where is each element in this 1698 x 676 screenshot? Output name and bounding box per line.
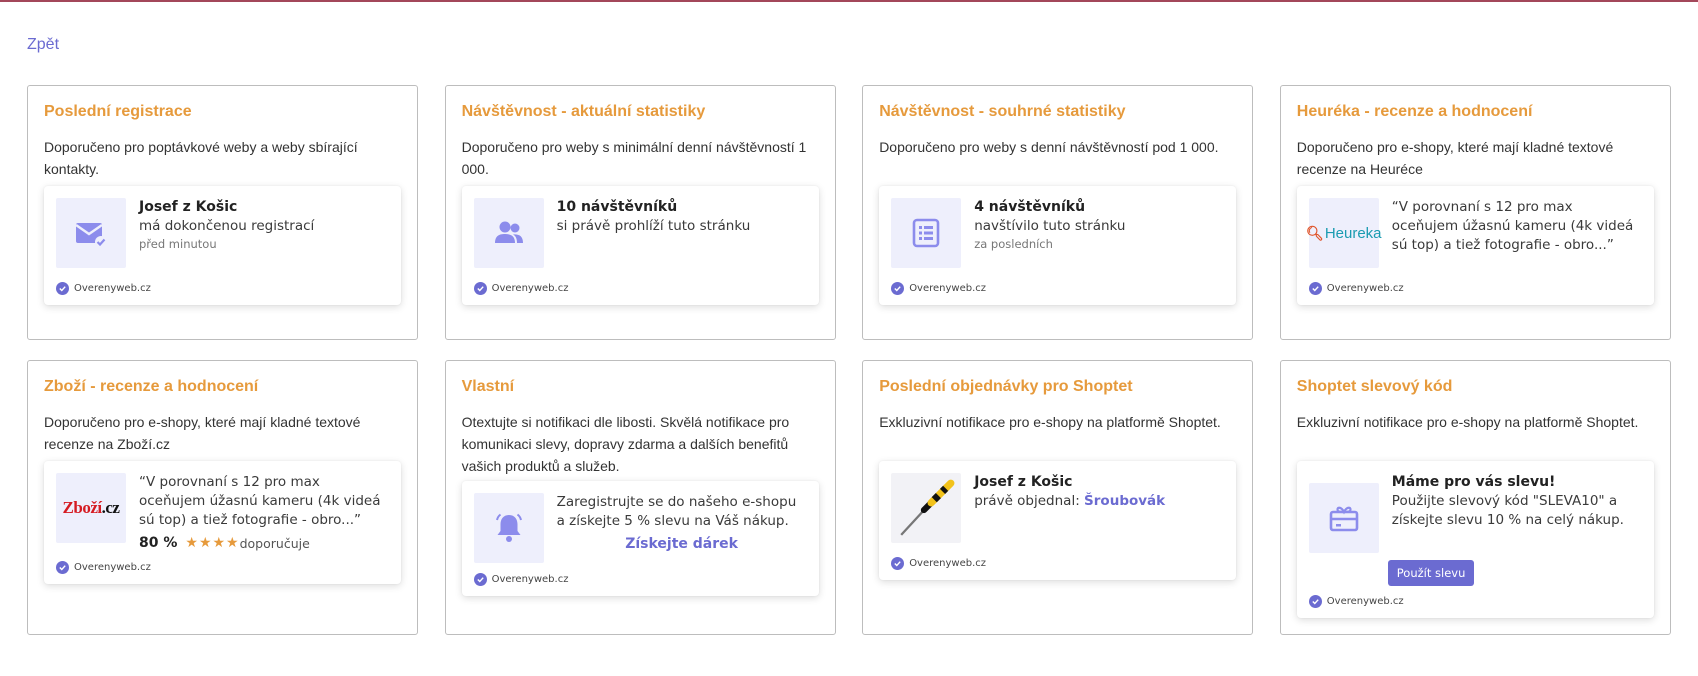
card-title: Návštěvnost - aktuální statistiky bbox=[461, 103, 706, 120]
card-title: Poslední objednávky pro Shoptet bbox=[879, 378, 1133, 395]
notification-preview: Zaregistrujte se do našeho e-shopu a zís… bbox=[461, 481, 819, 596]
notification-line: si právě prohlíží tuto stránku bbox=[556, 218, 751, 234]
card-title: Zboží - recenze a hodnocení bbox=[44, 378, 259, 395]
card-last-registrations[interactable]: Poslední registrace Doporučeno pro poptá… bbox=[27, 85, 418, 340]
notification-name: 4 návštěvníků bbox=[974, 199, 1086, 215]
notification-preview: Josef z Košic právě objednal: Šroubovák … bbox=[879, 461, 1237, 580]
notification-preview: 4 návštěvníků navštívilo tuto stránku za… bbox=[879, 186, 1237, 305]
notification-name: Máme pro vás slevu! bbox=[1391, 474, 1556, 490]
back-link[interactable]: Zpět bbox=[27, 36, 59, 54]
card-summary-traffic[interactable]: Návštěvnost - souhrné statistiky Doporuč… bbox=[862, 85, 1254, 340]
brand-footer: Overenyweb.cz bbox=[1308, 595, 1642, 608]
rating-label: doporučuje bbox=[239, 536, 310, 551]
brand-name: Overenyweb.cz bbox=[909, 283, 987, 294]
card-title: Návštěvnost - souhrné statistiky bbox=[879, 103, 1126, 120]
check-icon bbox=[473, 573, 487, 586]
notification-name: Josef z Košic bbox=[139, 199, 238, 215]
brand-name: Overenyweb.cz bbox=[909, 558, 987, 569]
check-icon bbox=[473, 282, 487, 295]
magnifier-icon: 🔍︎ bbox=[1306, 224, 1324, 241]
card-title: Shoptet slevový kód bbox=[1296, 378, 1453, 395]
notification-preview: 10 návštěvníků si právě prohlíží tuto st… bbox=[461, 186, 819, 305]
brand-name: Overenyweb.cz bbox=[1326, 283, 1404, 294]
notification-name: Josef z Košic bbox=[974, 474, 1073, 490]
card-description: Doporučeno pro poptávkové weby a weby sb… bbox=[44, 139, 358, 177]
notification-name: 10 návštěvníků bbox=[556, 199, 678, 215]
card-current-traffic[interactable]: Návštěvnost - aktuální statistiky Doporu… bbox=[444, 85, 836, 340]
notification-templates-grid-row2: Zboží - recenze a hodnocení Doporučeno p… bbox=[27, 360, 1671, 635]
check-icon bbox=[891, 557, 905, 570]
screwdriver-icon bbox=[891, 473, 962, 543]
list-icon bbox=[891, 198, 962, 268]
brand-name: Overenyweb.cz bbox=[1326, 596, 1404, 607]
notification-line: Použijte slevový kód "SLEVA10" a získejt… bbox=[1391, 493, 1624, 528]
card-shoptet-discount[interactable]: Shoptet slevový kód Exkluzivní notifikac… bbox=[1279, 360, 1671, 635]
card-shoptet-orders[interactable]: Poslední objednávky pro Shoptet Exkluziv… bbox=[862, 360, 1254, 635]
notification-line: právě objednal: bbox=[974, 493, 1085, 509]
brand-name: Overenyweb.cz bbox=[74, 283, 151, 294]
product-link[interactable]: Šroubovák bbox=[1084, 493, 1165, 509]
bell-icon bbox=[473, 493, 544, 563]
brand-footer: Overenyweb.cz bbox=[56, 282, 389, 295]
use-discount-button[interactable]: Použít slevu bbox=[1387, 560, 1475, 586]
check-icon bbox=[56, 282, 69, 295]
brand-name: Overenyweb.cz bbox=[491, 574, 569, 585]
card-heureka-reviews[interactable]: Heuréka - recenze a hodnocení Doporučeno… bbox=[1279, 85, 1671, 340]
users-icon bbox=[473, 198, 544, 268]
rating-percent: 80 % bbox=[139, 535, 178, 551]
card-description: Exkluzivní notifikace pro e-shopy na pla… bbox=[879, 414, 1221, 430]
card-description: Otextujte si notifikaci dle libosti. Skv… bbox=[461, 414, 790, 474]
brand-footer: Overenyweb.cz bbox=[891, 557, 1224, 570]
brand-name: Overenyweb.cz bbox=[491, 283, 569, 294]
notification-preview: Máme pro vás slevu! Použijte slevový kód… bbox=[1296, 461, 1654, 618]
notification-templates-grid: Poslední registrace Doporučeno pro poptá… bbox=[27, 85, 1671, 340]
check-icon bbox=[891, 282, 905, 295]
get-gift-link[interactable]: Získejte dárek bbox=[557, 535, 807, 554]
notification-preview: Josef z Košic má dokončenou registrací p… bbox=[44, 186, 401, 305]
zbozi-logo: Zboží.cz bbox=[56, 473, 126, 543]
rating: 80 % ★★★★ doporučuje bbox=[139, 534, 389, 553]
card-title: Poslední registrace bbox=[44, 103, 192, 120]
brand-name: Overenyweb.cz bbox=[74, 562, 151, 573]
card-description: Doporučeno pro e-shopy, které mají kladn… bbox=[44, 414, 361, 452]
brand-footer: Overenyweb.cz bbox=[56, 561, 389, 574]
review-quote: “V porovnaní s 12 pro max oceňujem úžasn… bbox=[1391, 199, 1634, 253]
card-title: Heuréka - recenze a hodnocení bbox=[1296, 103, 1533, 120]
notification-preview: Zboží.cz “V porovnaní s 12 pro max oceňu… bbox=[44, 461, 401, 584]
notification-line: Zaregistrujte se do našeho e-shopu a zís… bbox=[556, 494, 797, 529]
notification-time: před minutou bbox=[139, 237, 217, 251]
check-icon bbox=[56, 561, 69, 574]
review-quote: “V porovnaní s 12 pro max oceňujem úžasn… bbox=[139, 474, 381, 528]
brand-footer: Overenyweb.cz bbox=[891, 282, 1224, 295]
card-description: Doporučeno pro e-shopy, které mají kladn… bbox=[1296, 139, 1614, 177]
notification-preview: 🔍︎ Heureka “V porovnaní s 12 pro max oceň… bbox=[1296, 186, 1654, 305]
mail-check-icon bbox=[56, 198, 126, 268]
card-description: Exkluzivní notifikace pro e-shopy na pla… bbox=[1296, 414, 1639, 430]
brand-footer: Overenyweb.cz bbox=[1308, 282, 1642, 295]
star-icons: ★★★★ bbox=[185, 535, 240, 551]
top-border bbox=[0, 0, 1698, 2]
gift-card-icon bbox=[1308, 483, 1379, 553]
heureka-logo: 🔍︎ Heureka bbox=[1306, 198, 1382, 268]
notification-time: za posledních bbox=[974, 237, 1053, 251]
notification-line: navštívilo tuto stránku bbox=[974, 218, 1126, 234]
check-icon bbox=[1308, 595, 1322, 608]
check-icon bbox=[1308, 282, 1322, 295]
brand-footer: Overenyweb.cz bbox=[473, 282, 807, 295]
card-zbozi-reviews[interactable]: Zboží - recenze a hodnocení Doporučeno p… bbox=[27, 360, 418, 635]
brand-footer: Overenyweb.cz bbox=[473, 573, 807, 586]
card-description: Doporučeno pro weby s minimální denní ná… bbox=[461, 139, 807, 177]
notification-line: má dokončenou registrací bbox=[139, 218, 315, 234]
card-title: Vlastní bbox=[461, 378, 515, 395]
card-custom[interactable]: Vlastní Otextujte si notifikaci dle libo… bbox=[444, 360, 836, 635]
card-description: Doporučeno pro weby s denní návštěvností… bbox=[879, 139, 1219, 155]
